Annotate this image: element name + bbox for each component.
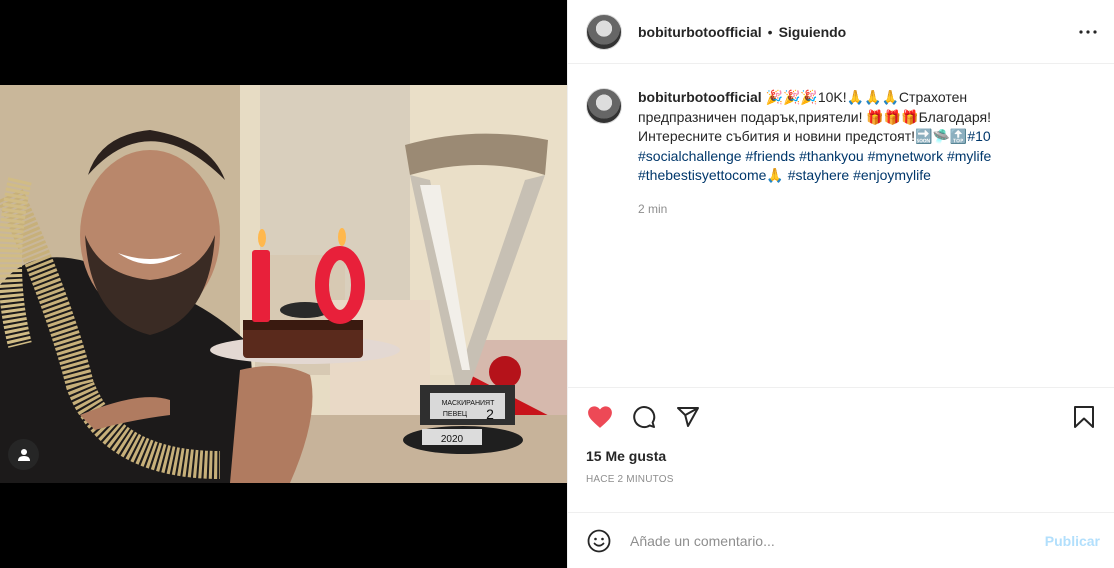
caption-area: bobiturbotoofficial 🎉🎉🎉10K!🙏🙏🙏Страхотен … bbox=[568, 64, 1114, 387]
post-modal: МАСКИРАНИЯТ ПЕВЕЦ 2 2020 bobiturbotooffi… bbox=[0, 0, 1114, 568]
emoji-button[interactable] bbox=[586, 528, 612, 554]
share-button[interactable] bbox=[674, 403, 702, 431]
post-side-panel: bobiturbotoofficial • Siguiendo bobiturb… bbox=[567, 0, 1114, 568]
caption-row: bobiturbotoofficial 🎉🎉🎉10K!🙏🙏🙏Страхотен … bbox=[586, 88, 1098, 219]
post-header: bobiturbotoofficial • Siguiendo bbox=[568, 0, 1114, 64]
header-separator: • bbox=[767, 23, 773, 40]
comment-input[interactable] bbox=[630, 532, 1045, 549]
heart-icon bbox=[588, 406, 612, 428]
caption-body: bobiturbotoofficial 🎉🎉🎉10K!🙏🙏🙏Страхотен … bbox=[638, 88, 1058, 219]
post-media: МАСКИРАНИЯТ ПЕВЕЦ 2 2020 bbox=[0, 0, 567, 568]
avatar[interactable] bbox=[586, 13, 622, 50]
save-button[interactable] bbox=[1070, 403, 1098, 431]
share-icon bbox=[677, 407, 699, 427]
more-options-button[interactable] bbox=[1076, 20, 1100, 44]
action-icons-row bbox=[586, 402, 1098, 432]
likes-count[interactable]: 15 Me gusta bbox=[586, 448, 1098, 464]
caption-timestamp: 2 min bbox=[638, 201, 668, 216]
more-options-icon bbox=[1079, 29, 1097, 34]
caption-avatar[interactable] bbox=[586, 88, 622, 124]
post-photo[interactable]: МАСКИРАНИЯТ ПЕВЕЦ 2 2020 bbox=[0, 85, 567, 483]
comment-bar: Publicar bbox=[568, 512, 1114, 568]
follow-status-button[interactable]: Siguiendo bbox=[779, 24, 847, 40]
post-timestamp[interactable]: Hace 2 minutos bbox=[586, 474, 1098, 485]
trophy-year: 2020 bbox=[441, 434, 464, 445]
user-tag-button[interactable] bbox=[8, 439, 39, 470]
user-tag-icon bbox=[17, 448, 30, 461]
trophy-plate-line2: ПЕВЕЦ bbox=[443, 411, 468, 418]
comment-icon bbox=[633, 406, 656, 429]
caption-username[interactable]: bobiturbotoofficial bbox=[638, 89, 762, 105]
bookmark-icon bbox=[1074, 406, 1094, 428]
photo-illustration: МАСКИРАНИЯТ ПЕВЕЦ 2 2020 bbox=[0, 85, 567, 483]
comment-button[interactable] bbox=[630, 403, 658, 431]
emoji-icon bbox=[587, 529, 611, 552]
post-actions: 15 Me gusta Hace 2 minutos bbox=[568, 387, 1114, 512]
publish-button[interactable]: Publicar bbox=[1045, 533, 1100, 549]
trophy-plate-number: 2 bbox=[486, 406, 494, 422]
like-button[interactable] bbox=[586, 403, 614, 431]
header-username[interactable]: bobiturbotoofficial bbox=[638, 24, 762, 40]
